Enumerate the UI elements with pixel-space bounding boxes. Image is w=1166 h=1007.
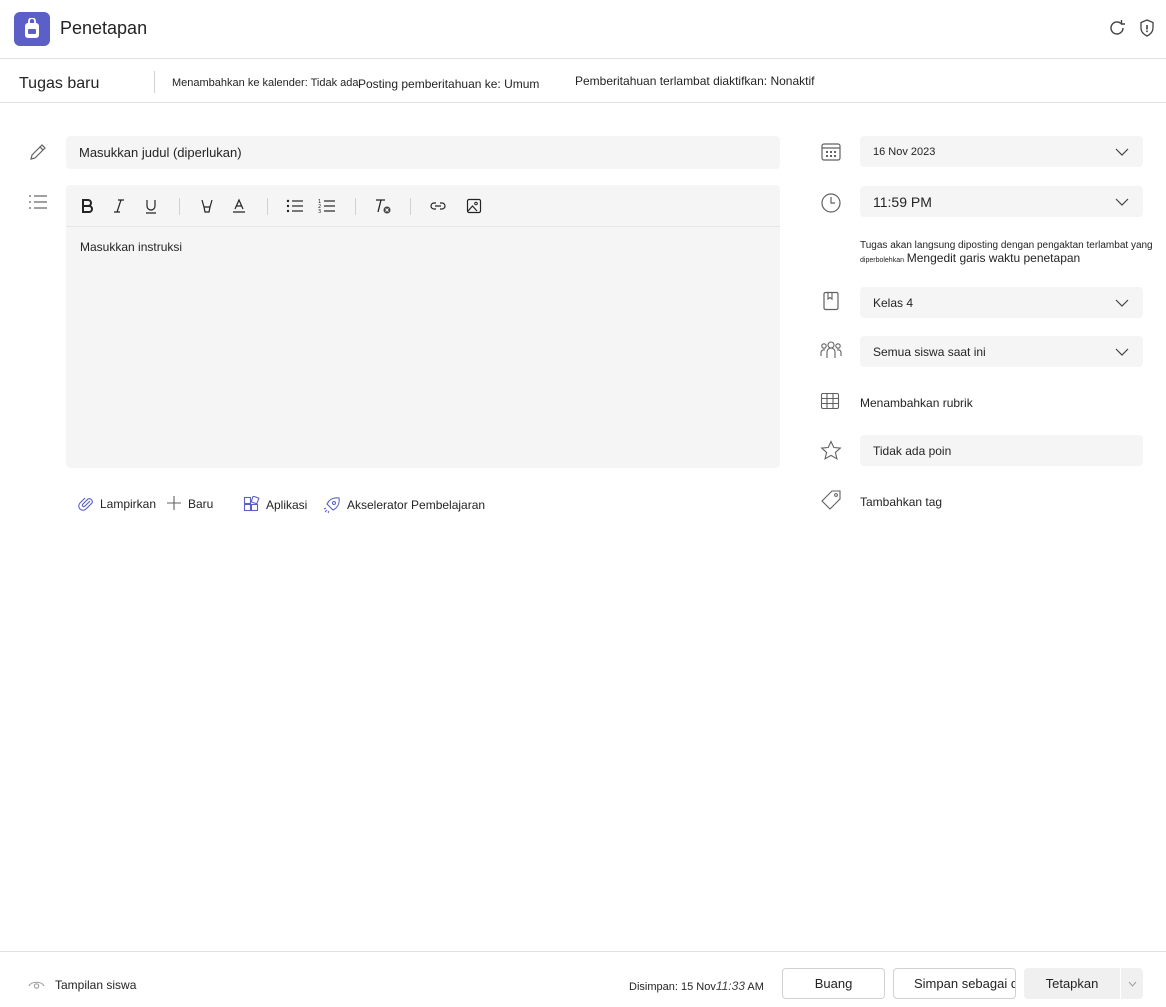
discard-button[interactable]: Buang: [782, 968, 885, 999]
due-date-picker[interactable]: 16 Nov 2023: [860, 136, 1143, 167]
shield-icon[interactable]: [1138, 18, 1156, 38]
svg-text:3: 3: [318, 209, 321, 214]
tag-icon: [820, 489, 842, 511]
due-time-value: 11:59 PM: [873, 193, 932, 210]
due-note-text: Tugas akan langsung diposting dengan pen…: [860, 240, 1153, 251]
assign-options-button[interactable]: [1121, 968, 1143, 999]
attach-button[interactable]: Lampirkan: [78, 496, 156, 512]
backpack-icon: [14, 12, 50, 46]
toolbar-divider: [355, 198, 356, 215]
calendar-setting-link[interactable]: Menambahkan ke kalender: Tidak ada: [172, 77, 359, 89]
title-input[interactable]: [66, 136, 780, 169]
chevron-down-icon: [1115, 347, 1129, 357]
toolbar-divider: [267, 198, 268, 215]
font-color-icon[interactable]: [228, 195, 250, 217]
saved-status: Disimpan: 15 Nov11:33 AM: [629, 979, 764, 993]
formatting-toolbar: 123: [66, 185, 780, 227]
apps-label: Aplikasi: [266, 497, 308, 512]
app-title: Penetapan: [60, 18, 148, 38]
instructions-placeholder: Masukkan instruksi: [80, 240, 183, 254]
saved-ampm: AM: [744, 981, 764, 993]
add-tag-link[interactable]: Tambahkan tag: [860, 495, 942, 509]
paperclip-icon: [78, 496, 94, 512]
new-file-button[interactable]: Baru: [166, 494, 213, 511]
people-icon: [820, 340, 842, 360]
points-value: Tidak ada poin: [873, 443, 952, 458]
chevron-down-icon: [1115, 197, 1129, 207]
image-icon[interactable]: [463, 195, 485, 217]
chevron-down-icon: [1115, 298, 1129, 308]
add-rubric-link[interactable]: Menambahkan rubrik: [860, 396, 973, 410]
due-note: Tugas akan langsung diposting dengan pen…: [860, 239, 1160, 267]
student-view-button[interactable]: Tampilan siswa: [28, 978, 136, 992]
new-label: Baru: [188, 497, 214, 511]
notification-setting-link[interactable]: Posting pemberitahuan ke: Umum: [358, 77, 539, 91]
due-date-value: 16 Nov 2023: [873, 145, 936, 158]
calendar-icon: [820, 142, 842, 162]
clear-format-icon[interactable]: [372, 195, 394, 217]
student-view-label: Tampilan siswa: [55, 978, 137, 992]
class-value: Kelas 4: [873, 295, 914, 310]
rubric-grid-icon: [820, 392, 840, 410]
saved-label: Disimpan: 15 Nov: [629, 981, 716, 993]
underline-icon[interactable]: [140, 195, 162, 217]
text-list-icon: [28, 194, 48, 210]
toolbar-divider: [179, 198, 180, 215]
learning-accelerators-button[interactable]: Akselerator Pembelajaran: [323, 496, 485, 514]
apps-icon: [243, 496, 260, 513]
edit-timeline-link[interactable]: Mengedit garis waktu penetapan: [907, 251, 1080, 265]
app-header: [0, 0, 1166, 59]
eye-icon: [28, 979, 45, 991]
clock-icon: [820, 192, 842, 214]
bold-icon[interactable]: [76, 195, 98, 217]
chevron-down-icon: [1115, 147, 1129, 157]
students-picker[interactable]: Semua siswa saat ini: [860, 336, 1143, 367]
assign-button[interactable]: Tetapkan: [1024, 968, 1120, 999]
italic-icon[interactable]: [108, 195, 130, 217]
class-picker[interactable]: Kelas 4: [860, 287, 1143, 318]
divider: [154, 71, 155, 93]
students-value: Semua siswa saat ini: [873, 344, 986, 359]
pencil-icon: [28, 142, 48, 162]
due-time-picker[interactable]: 11:59 PM: [860, 186, 1143, 217]
refresh-icon[interactable]: [1106, 17, 1128, 39]
page-title: Tugas baru: [19, 75, 100, 92]
numbered-list-icon[interactable]: 123: [316, 195, 338, 217]
star-icon: [820, 440, 842, 461]
chevron-down-icon: [1128, 981, 1137, 987]
bullet-list-icon[interactable]: [284, 195, 306, 217]
toolbar-divider: [410, 198, 411, 215]
saved-time: 11:33: [715, 979, 745, 993]
highlight-icon[interactable]: [196, 195, 218, 217]
accelerators-label: Akselerator Pembelajaran: [347, 498, 486, 512]
attach-label: Lampirkan: [100, 497, 157, 511]
late-setting-link[interactable]: Pemberitahuan terlambat diaktifkan: Nona…: [575, 74, 814, 88]
due-note-small: diperbolehkan: [860, 257, 904, 264]
instructions-editor[interactable]: 123 Masukkan instruksi: [66, 185, 780, 468]
rocket-icon: [323, 496, 341, 514]
notebook-icon: [822, 291, 840, 311]
points-field[interactable]: Tidak ada poin: [860, 435, 1143, 466]
link-icon[interactable]: [427, 195, 449, 217]
plus-icon: [166, 495, 182, 511]
apps-button[interactable]: Aplikasi: [243, 496, 307, 513]
save-draft-button[interactable]: Simpan sebagai draf: [893, 968, 1016, 999]
